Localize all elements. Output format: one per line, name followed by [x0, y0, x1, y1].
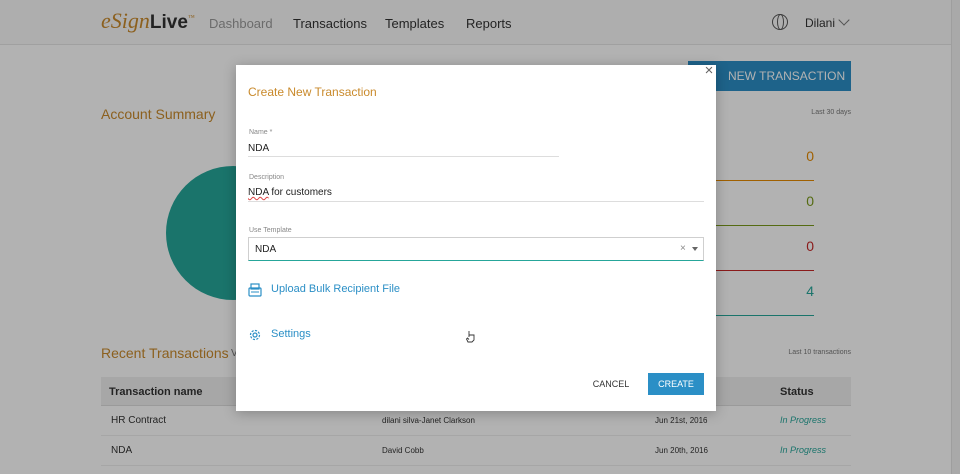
settings-label: Settings	[271, 328, 311, 340]
create-transaction-dialog: × Create New Transaction Name * NDA Desc…	[236, 63, 716, 411]
clear-icon[interactable]: ×	[680, 243, 686, 254]
description-field-label: Description	[249, 174, 285, 181]
gear-icon	[249, 329, 261, 341]
description-misspelled-word: NDA	[248, 187, 269, 198]
upload-bulk-recipient-label: Upload Bulk Recipient File	[271, 283, 401, 295]
description-field-underline	[248, 201, 704, 202]
hand-cursor-icon	[466, 331, 475, 343]
template-select[interactable]: NDA ×	[248, 237, 704, 261]
name-field[interactable]: NDA	[248, 143, 269, 154]
upload-bulk-recipient-link[interactable]: Upload Bulk Recipient File	[248, 283, 428, 299]
template-field-label: Use Template	[249, 227, 292, 234]
template-select-value: NDA	[255, 244, 277, 255]
description-text: for customers	[268, 187, 332, 198]
dropdown-caret-icon[interactable]	[692, 247, 698, 251]
name-field-label: Name *	[249, 129, 273, 136]
create-button[interactable]: CREATE	[648, 373, 704, 395]
name-field-underline	[248, 156, 559, 157]
settings-link[interactable]: Settings	[248, 328, 338, 344]
dialog-title: Create New Transaction	[248, 85, 377, 99]
description-field[interactable]: NDA for customers	[248, 187, 332, 198]
upload-file-icon	[248, 283, 262, 297]
close-icon[interactable]: ×	[703, 63, 715, 78]
cancel-button[interactable]: CANCEL	[588, 373, 634, 395]
